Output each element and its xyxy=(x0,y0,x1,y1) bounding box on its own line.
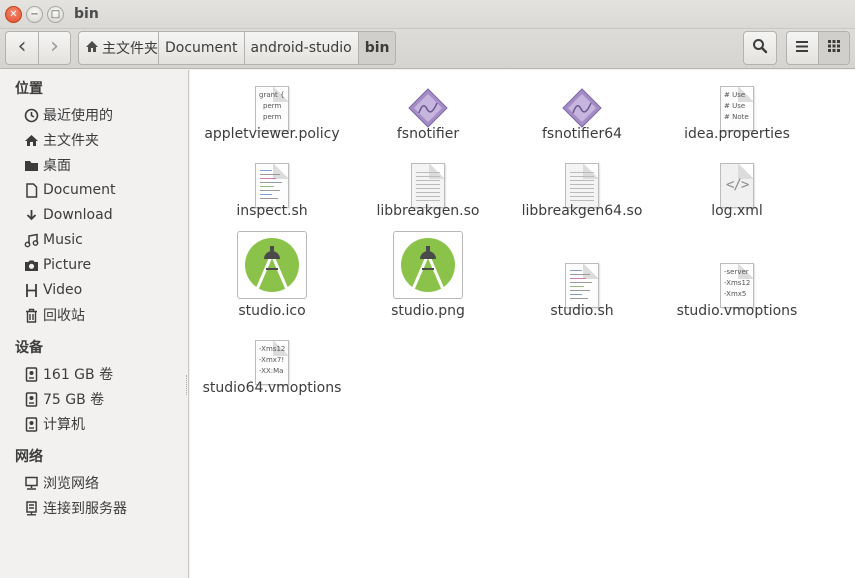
search-button-group xyxy=(743,31,777,65)
forward-button[interactable]: › xyxy=(37,32,70,64)
sidebar-item-volume-75gb[interactable]: 75 GB 卷 xyxy=(24,388,104,410)
sidebar-item-volume-161gb[interactable]: 161 GB 卷 xyxy=(24,363,113,385)
file-name: libbreakgen64.so xyxy=(521,203,643,219)
trash-icon xyxy=(24,308,39,323)
title-bar: ✕ − □ bin xyxy=(0,0,855,29)
sidebar: 位置 最近使用的 主文件夹 桌面 Document Download Music… xyxy=(0,70,189,578)
camera-icon xyxy=(24,258,39,273)
file-name: studio.ico xyxy=(238,303,306,319)
chevron-right-icon: › xyxy=(50,34,59,59)
sidebar-item-label: 桌面 xyxy=(43,158,71,174)
sidebar-item-connect-server[interactable]: 连接到服务器 xyxy=(24,497,127,519)
sidebar-item-label: 浏览网络 xyxy=(43,476,99,492)
search-icon xyxy=(752,38,768,58)
breadcrumb-home[interactable]: 主文件夹 xyxy=(79,32,158,64)
breadcrumb-document[interactable]: Document xyxy=(158,32,244,64)
sidebar-item-download[interactable]: Download xyxy=(24,204,113,226)
sidebar-header-devices: 设备 xyxy=(15,340,43,356)
sidebar-item-trash[interactable]: 回收站 xyxy=(24,304,85,326)
file-name: studio64.vmoptions xyxy=(202,380,342,396)
file-name: log.xml xyxy=(711,203,763,219)
file-view: grant {perm perm appletviewer.policy fsno… xyxy=(190,70,855,578)
sidebar-item-music[interactable]: Music xyxy=(24,229,83,251)
download-icon xyxy=(24,208,39,223)
film-icon xyxy=(24,283,39,298)
minimize-window-button[interactable]: − xyxy=(26,6,43,23)
sidebar-item-home[interactable]: 主文件夹 xyxy=(24,129,99,151)
sidebar-item-recent[interactable]: 最近使用的 xyxy=(24,104,113,126)
drive-icon xyxy=(24,391,39,407)
file-name: fsnotifier xyxy=(396,126,460,142)
android-studio-icon xyxy=(353,231,503,299)
sidebar-item-label: Download xyxy=(43,207,113,223)
grid-view-button[interactable] xyxy=(817,32,849,64)
network-icon xyxy=(24,476,39,491)
sidebar-item-label: 最近使用的 xyxy=(43,108,113,124)
folder-icon xyxy=(24,158,39,173)
file-name: inspect.sh xyxy=(236,203,308,219)
music-icon xyxy=(24,233,39,248)
sidebar-item-label: Picture xyxy=(43,257,92,273)
home-icon xyxy=(85,40,99,57)
sidebar-item-label: 161 GB 卷 xyxy=(43,367,114,383)
sidebar-item-label: Video xyxy=(43,282,83,298)
list-icon xyxy=(796,40,809,56)
breadcrumb: 主文件夹 Document android-studio bin xyxy=(78,31,396,65)
sidebar-item-document[interactable]: Document xyxy=(24,179,116,201)
sidebar-item-label: 计算机 xyxy=(43,417,85,433)
close-window-button[interactable]: ✕ xyxy=(5,6,22,23)
file-name: libbreakgen.so xyxy=(376,203,480,219)
sidebar-item-desktop[interactable]: 桌面 xyxy=(24,154,71,176)
file-name: studio.sh xyxy=(550,303,614,319)
drive-icon xyxy=(24,416,39,432)
home-icon xyxy=(24,133,39,148)
file-name: fsnotifier64 xyxy=(541,126,623,142)
drive-icon xyxy=(24,366,39,382)
view-switcher xyxy=(786,31,850,65)
sidebar-item-label: 连接到服务器 xyxy=(43,501,127,517)
document-icon xyxy=(24,182,39,198)
breadcrumb-android-studio[interactable]: android-studio xyxy=(243,32,358,64)
sidebar-item-label: Document xyxy=(43,182,116,198)
sidebar-item-browse-network[interactable]: 浏览网络 xyxy=(24,472,99,494)
server-icon xyxy=(24,500,39,516)
breadcrumb-home-label: 主文件夹 xyxy=(102,41,158,57)
grid-icon xyxy=(827,40,840,56)
file-name: appletviewer.policy xyxy=(204,126,340,142)
file-name: idea.properties xyxy=(684,126,790,142)
toolbar: ‹ › 主文件夹 Document android-studio bin xyxy=(0,29,855,69)
window-title: bin xyxy=(74,6,99,22)
android-studio-icon xyxy=(197,231,347,299)
sidebar-item-video[interactable]: Video xyxy=(24,279,82,301)
sidebar-item-label: 回收站 xyxy=(43,308,85,324)
breadcrumb-bin[interactable]: bin xyxy=(357,32,395,64)
file-name: studio.vmoptions xyxy=(676,303,798,319)
search-button[interactable] xyxy=(744,32,776,64)
sidebar-item-label: 主文件夹 xyxy=(43,133,99,149)
sidebar-item-computer[interactable]: 计算机 xyxy=(24,413,85,435)
sidebar-item-label: 75 GB 卷 xyxy=(43,392,105,408)
maximize-window-button[interactable]: □ xyxy=(47,6,64,23)
list-view-button[interactable] xyxy=(787,32,818,64)
navigation-buttons: ‹ › xyxy=(5,31,71,65)
sidebar-header-places: 位置 xyxy=(15,81,43,97)
chevron-left-icon: ‹ xyxy=(17,34,27,59)
sidebar-header-network: 网络 xyxy=(15,449,43,465)
back-button[interactable]: ‹ xyxy=(6,32,38,64)
sidebar-item-picture[interactable]: Picture xyxy=(24,254,91,276)
file-name: studio.png xyxy=(391,303,465,319)
sidebar-resize-handle[interactable] xyxy=(186,375,188,395)
clock-icon xyxy=(24,108,39,123)
sidebar-item-label: Music xyxy=(43,232,83,248)
